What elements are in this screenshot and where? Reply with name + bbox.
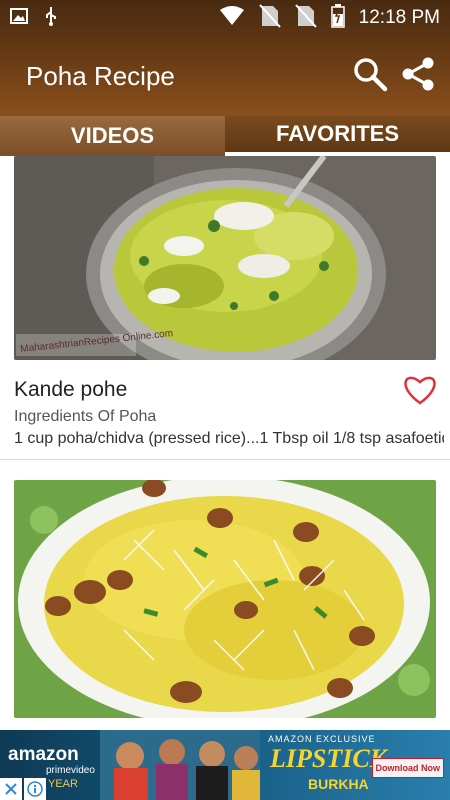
info-icon[interactable] [24,778,46,800]
ad-movie-title: LIPSTICK [270,744,388,773]
ad-year-tag: YEAR [48,778,78,790]
ad-exclusive-label: AMAZON EXCLUSIVE [268,734,376,744]
battery-charging-icon [330,3,345,33]
ad-banner[interactable]: amazon primevideo YEAR AMAZON EXCLUSIVE … [0,730,450,800]
no-sim-icon [258,3,281,33]
no-sim-icon [294,3,317,33]
divider [0,459,450,460]
image-icon [10,7,28,30]
heart-icon[interactable] [402,374,438,406]
close-icon[interactable] [0,778,22,800]
recipe-thumbnail[interactable]: MaharashtrianRecipes Online.com [14,156,436,360]
status-time: 12:18 PM [358,7,440,28]
video-list[interactable]: MaharashtrianRecipes Online.com Kande po… [0,156,450,730]
recipe-description: 1 cup poha/chidva (pressed rice)...1 Tbs… [14,430,444,447]
status-bar: 12:18 PM [0,0,450,36]
ad-movie-subtitle: BURKHA [308,776,369,792]
ad-download-button[interactable]: Download Now [371,758,444,778]
recipe-title[interactable]: Kande pohe [14,378,127,402]
ad-brand-sub: primevideo [46,765,95,776]
app-bar: Poha Recipe [0,36,450,116]
recipe-thumbnail[interactable] [14,480,436,718]
list-item[interactable]: MaharashtrianRecipes Online.com Kande po… [0,156,450,460]
tab-bar: VIDEOS FAVORITES [0,116,450,156]
recipe-subtitle: Ingredients Of Poha [14,408,157,425]
tab-videos[interactable]: VIDEOS [0,116,225,156]
search-icon[interactable] [352,56,388,97]
list-item[interactable] [0,480,450,730]
ad-brand: amazon [8,744,79,765]
tab-favorites[interactable]: FAVORITES [225,116,450,156]
share-icon[interactable] [400,56,436,97]
usb-icon [44,6,58,31]
app-title: Poha Recipe [26,60,175,91]
wifi-icon [219,5,245,31]
